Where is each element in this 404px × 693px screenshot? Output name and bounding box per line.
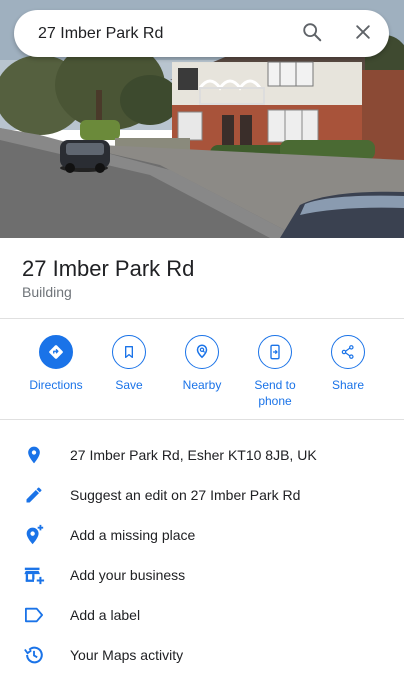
search-icon — [301, 21, 323, 48]
add-business-icon — [22, 563, 46, 587]
search-input[interactable] — [38, 24, 288, 43]
close-icon — [353, 22, 373, 47]
directions-icon — [39, 335, 73, 369]
add-missing-place-row[interactable]: Add a missing place — [0, 515, 404, 555]
location-pin-icon — [22, 443, 46, 467]
directions-label: Directions — [29, 378, 83, 392]
suggest-edit-row[interactable]: Suggest an edit on 27 Imber Park Rd — [0, 475, 404, 515]
maps-activity-row[interactable]: Your Maps activity — [0, 635, 404, 675]
history-icon — [22, 643, 46, 667]
send-to-phone-button[interactable]: Send to phone — [238, 335, 312, 409]
address-row[interactable]: 27 Imber Park Rd, Esher KT10 8JB, UK — [0, 435, 404, 475]
add-location-icon — [22, 523, 46, 547]
share-button[interactable]: Share — [311, 335, 385, 393]
address-text: 27 Imber Park Rd, Esher KT10 8JB, UK — [70, 447, 317, 463]
directions-button[interactable]: Directions — [19, 335, 93, 393]
divider — [0, 318, 404, 319]
add-label-text: Add a label — [70, 607, 141, 623]
clear-search-button[interactable] — [347, 18, 379, 50]
search-button[interactable] — [296, 18, 328, 50]
add-business-text: Add your business — [70, 567, 186, 583]
save-label: Save — [115, 378, 143, 392]
send-to-phone-label: Send to phone — [254, 378, 296, 408]
bookmark-icon — [112, 335, 146, 369]
pencil-icon — [22, 483, 46, 507]
nearby-label: Nearby — [182, 378, 222, 392]
add-label-row[interactable]: Add a label — [0, 595, 404, 635]
place-title: 27 Imber Park Rd — [22, 256, 195, 281]
place-category: Building — [22, 284, 72, 300]
send-to-phone-icon — [258, 335, 292, 369]
nearby-button[interactable]: Nearby — [165, 335, 239, 393]
suggest-edit-text: Suggest an edit on 27 Imber Park Rd — [70, 487, 301, 503]
nearby-icon — [185, 335, 219, 369]
label-icon — [22, 603, 46, 627]
maps-activity-text: Your Maps activity — [70, 647, 184, 663]
add-business-row[interactable]: Add your business — [0, 555, 404, 595]
share-label: Share — [331, 378, 365, 392]
add-missing-place-text: Add a missing place — [70, 527, 196, 543]
share-icon — [331, 335, 365, 369]
divider — [0, 419, 404, 420]
save-button[interactable]: Save — [92, 335, 166, 393]
search-bar — [14, 10, 389, 57]
